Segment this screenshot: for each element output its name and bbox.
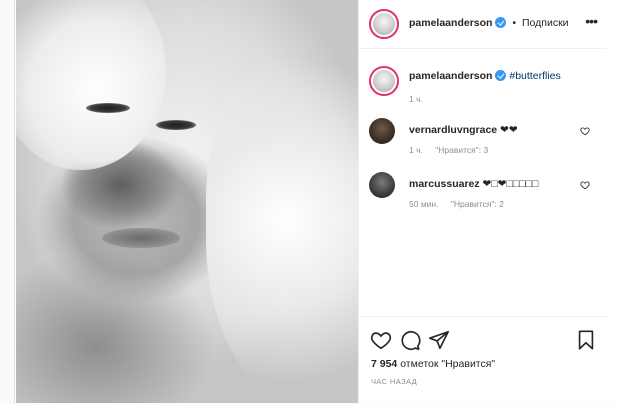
photo-shadow — [16, 250, 216, 403]
follow-button[interactable]: Подписки — [522, 17, 569, 29]
photo-lips — [102, 228, 180, 248]
comment-time[interactable]: 1 ч. — [409, 145, 423, 155]
photo-hair-left — [16, 0, 166, 170]
comment-meta: 50 мин. "Нравится": 2 — [409, 199, 504, 209]
more-icon[interactable]: ••• — [585, 13, 598, 29]
verified-icon — [495, 70, 507, 81]
share-icon[interactable] — [428, 329, 450, 351]
post-timestamp[interactable]: ЧАС НАЗАД — [371, 377, 417, 386]
comment-username[interactable]: vernardluvngrace — [409, 124, 497, 136]
heart-icon[interactable] — [580, 126, 590, 136]
comment-text: marcussuarez ❤□❤□□□□□ — [409, 178, 538, 190]
comment-meta: 1 ч. "Нравится": 3 — [409, 145, 488, 155]
caption-time[interactable]: 1 ч. — [409, 94, 423, 104]
separator-dot: • — [512, 17, 517, 29]
post-header: pamelaanderson • Подписки ••• — [359, 0, 607, 49]
photo-hair-right — [206, 40, 358, 400]
caption-avatar[interactable] — [369, 66, 399, 96]
caption-username[interactable]: pamelaanderson — [409, 70, 492, 82]
post-side-panel: pamelaanderson • Подписки ••• pamelaande… — [358, 0, 607, 403]
photo-eye-right — [156, 120, 196, 130]
comment-avatar[interactable] — [369, 172, 395, 198]
photo-eye-left — [86, 103, 130, 113]
header-line: pamelaanderson • Подписки — [409, 17, 569, 29]
verified-icon — [495, 17, 507, 28]
heart-icon[interactable] — [580, 180, 590, 190]
likes-number: 7 954 — [371, 358, 398, 370]
bookmark-icon[interactable] — [575, 329, 597, 351]
comment-item: marcussuarez ❤□❤□□□□□ 50 мин. "Нравится"… — [359, 172, 607, 218]
post-photo[interactable] — [16, 0, 358, 403]
comment-item: vernardluvngrace ❤❤ 1 ч. "Нравится": 3 — [359, 118, 607, 164]
likes-label: отметок "Нравится" — [400, 358, 496, 370]
caption-text: pamelaanderson #butterflies — [409, 70, 561, 82]
heart-icon[interactable] — [370, 329, 392, 351]
likes-count[interactable]: 7 954 отметок "Нравится" — [371, 358, 495, 370]
comment-username[interactable]: marcussuarez — [409, 178, 480, 190]
comment-likes[interactable]: "Нравится": 2 — [451, 199, 504, 209]
comment-body: ❤❤ — [500, 124, 518, 136]
caption-hashtag[interactable]: #butterflies — [509, 70, 560, 82]
comment-icon[interactable] — [399, 329, 421, 351]
author-avatar[interactable] — [369, 9, 399, 39]
post-actions: 7 954 отметок "Нравится" ЧАС НАЗАД — [359, 316, 607, 404]
comment-avatar[interactable] — [369, 118, 395, 144]
comment-time[interactable]: 50 мин. — [409, 199, 438, 209]
comment-body: ❤□❤□□□□□ — [482, 178, 539, 190]
author-username[interactable]: pamelaanderson — [409, 17, 492, 29]
comment-likes[interactable]: "Нравится": 3 — [435, 145, 488, 155]
comment-text: vernardluvngrace ❤❤ — [409, 124, 518, 136]
